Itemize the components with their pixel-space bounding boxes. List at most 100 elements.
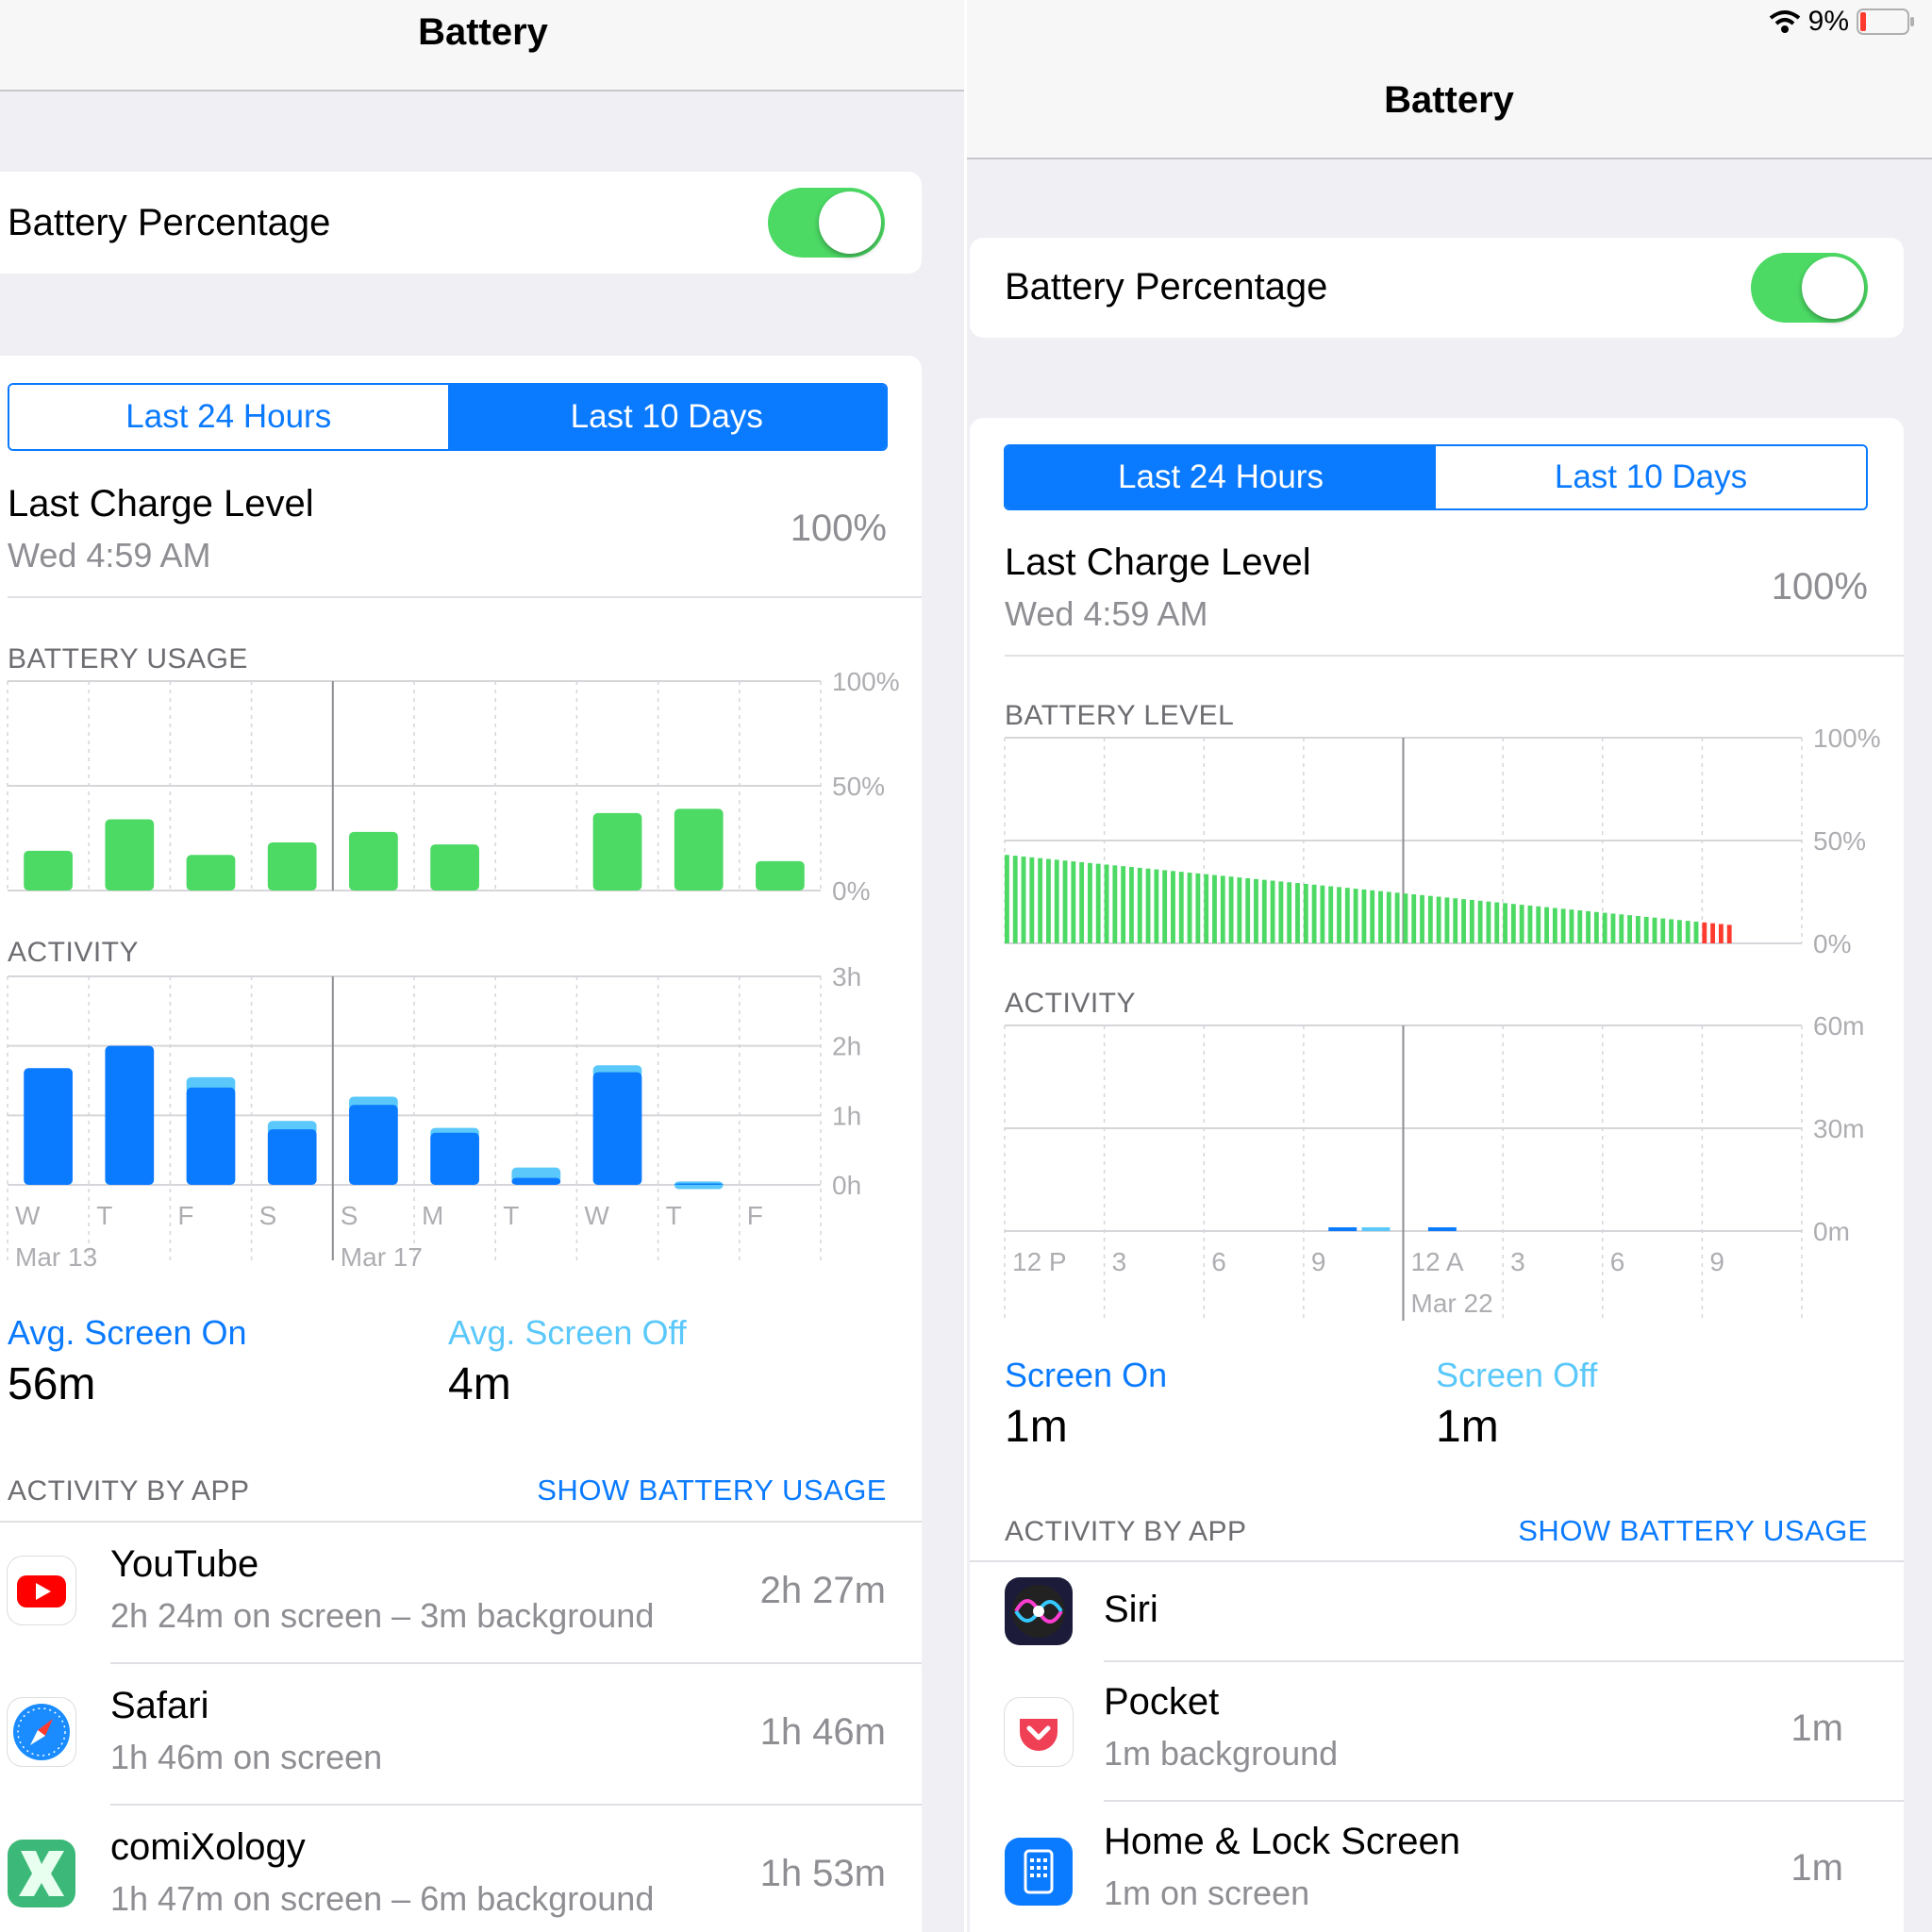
tab-last-10-days[interactable]: Last 10 Days xyxy=(1436,446,1866,508)
level-bar xyxy=(1095,863,1101,943)
level-bar xyxy=(1021,856,1026,943)
screen-on-bar xyxy=(105,1045,155,1185)
level-bar xyxy=(1726,924,1732,943)
level-bar xyxy=(1162,870,1168,943)
screen-on-bar xyxy=(267,1129,317,1185)
level-bar xyxy=(1461,899,1466,943)
level-bar xyxy=(1220,875,1225,943)
x-tick-label: S xyxy=(341,1201,358,1230)
app-row-comixology[interactable]: comiXology 1h 47m on screen – 6m backgro… xyxy=(0,1804,922,1932)
level-bar xyxy=(1228,876,1234,943)
last-charge-label: Last Charge Level xyxy=(8,483,314,525)
date-label: Mar 17 xyxy=(341,1242,423,1272)
level-bar xyxy=(1254,878,1258,943)
date-label: Mar 22 xyxy=(1411,1289,1493,1318)
level-bar xyxy=(1669,919,1674,943)
tab-last-24-hours[interactable]: Last 24 Hours xyxy=(1006,446,1436,508)
app-row-home-lock-screen[interactable]: Home & Lock Screen 1m on screen 1m xyxy=(970,1802,1904,1932)
avg-screen-on-value: 56m xyxy=(8,1359,96,1409)
page-title: Battery xyxy=(418,11,548,53)
app-time: 1m xyxy=(1790,1847,1843,1889)
level-bar xyxy=(1005,855,1009,943)
level-bar xyxy=(1245,877,1251,943)
x-tick-label: 6 xyxy=(1610,1247,1625,1276)
last-charge-value: 100% xyxy=(1771,566,1868,608)
screen-on-bar xyxy=(592,1072,642,1185)
app-time: 1m xyxy=(1790,1707,1843,1749)
time-range-segmented-control[interactable]: Last 24 Hours Last 10 Days xyxy=(1004,444,1868,510)
status-bar: 9% xyxy=(1769,6,1915,38)
activity-bar xyxy=(1427,1227,1457,1231)
tab-last-24-hours[interactable]: Last 24 Hours xyxy=(9,385,448,449)
panel-divider xyxy=(964,0,967,1932)
level-bar xyxy=(1112,865,1118,943)
y-tick-label: 30m xyxy=(1813,1114,1864,1143)
app-row-siri[interactable]: Siri xyxy=(970,1562,1904,1660)
usage-bar xyxy=(24,850,73,891)
usage-bar xyxy=(349,831,398,891)
level-bar xyxy=(1444,897,1450,943)
screen-off-value: 1m xyxy=(1436,1402,1499,1452)
usage-bar xyxy=(186,855,236,891)
show-battery-usage-link[interactable]: SHOW BATTERY USAGE xyxy=(1518,1514,1868,1548)
usage-bar xyxy=(105,819,155,891)
battery-level-chart: 100% 50% 0% xyxy=(1004,726,1881,958)
level-bar xyxy=(1718,924,1724,943)
level-bar xyxy=(1104,864,1109,943)
x-tick-label: T xyxy=(666,1201,682,1230)
level-bar xyxy=(1477,900,1483,943)
y-tick-label: 0% xyxy=(832,876,870,906)
comixology-icon xyxy=(8,1840,75,1907)
level-bar xyxy=(1187,873,1192,943)
level-bar xyxy=(1311,884,1317,943)
level-bar xyxy=(1643,916,1649,943)
level-bar xyxy=(1486,901,1491,943)
y-tick-label: 60m xyxy=(1813,1014,1864,1041)
navigation-bar: Battery xyxy=(0,0,966,92)
toggle-knob[interactable] xyxy=(1802,257,1864,319)
app-detail: 1m on screen xyxy=(1104,1874,1310,1912)
battery-percentage-toggle[interactable] xyxy=(1751,253,1868,323)
level-bar xyxy=(1536,906,1541,943)
level-bar xyxy=(1411,894,1417,943)
app-row-safari[interactable]: Safari 1h 46m on screen 1h 46m xyxy=(0,1662,922,1804)
level-bar xyxy=(1195,873,1201,943)
level-bar xyxy=(1154,869,1159,943)
youtube-icon xyxy=(8,1557,75,1624)
page-title: Battery xyxy=(1384,79,1514,121)
level-bar xyxy=(1278,881,1284,943)
app-row-pocket[interactable]: Pocket 1m background 1m xyxy=(970,1662,1904,1800)
app-detail: 1m background xyxy=(1104,1734,1339,1773)
toggle-knob[interactable] xyxy=(819,192,881,254)
level-bar xyxy=(1261,879,1267,943)
level-bar xyxy=(1046,858,1051,943)
level-bar xyxy=(1121,866,1126,943)
show-battery-usage-link[interactable]: SHOW BATTERY USAGE xyxy=(537,1474,887,1507)
app-row-youtube[interactable]: YouTube 2h 24m on screen – 3m background… xyxy=(0,1521,922,1662)
y-tick-label: 0% xyxy=(1813,929,1851,958)
battery-percentage-toggle[interactable] xyxy=(768,188,885,258)
activity-by-app-header: ACTIVITY BY APP xyxy=(1005,1516,1247,1547)
level-bar xyxy=(1062,860,1068,943)
tab-last-10-days[interactable]: Last 10 Days xyxy=(447,385,886,449)
level-bar xyxy=(1353,889,1358,943)
screen-on-bar xyxy=(186,1087,236,1185)
level-bar xyxy=(1328,886,1334,943)
level-bar xyxy=(1519,905,1524,943)
level-bar xyxy=(1619,914,1624,943)
level-bar xyxy=(1593,911,1599,943)
separator xyxy=(8,596,922,598)
level-bar xyxy=(1088,862,1092,943)
screen-on-bar xyxy=(24,1068,73,1185)
time-range-segmented-control[interactable]: Last 24 Hours Last 10 Days xyxy=(8,383,888,451)
level-bar xyxy=(1171,871,1175,943)
level-bar xyxy=(1303,883,1308,943)
usage-bar xyxy=(674,808,724,891)
last-charge-time: Wed 4:59 AM xyxy=(8,536,211,575)
level-bar xyxy=(1079,861,1085,943)
y-tick-label: 2h xyxy=(832,1032,861,1061)
level-bar xyxy=(1544,907,1549,943)
usage-bar xyxy=(592,812,642,891)
x-tick-label: F xyxy=(747,1201,763,1230)
avg-screen-off-value: 4m xyxy=(448,1359,511,1409)
